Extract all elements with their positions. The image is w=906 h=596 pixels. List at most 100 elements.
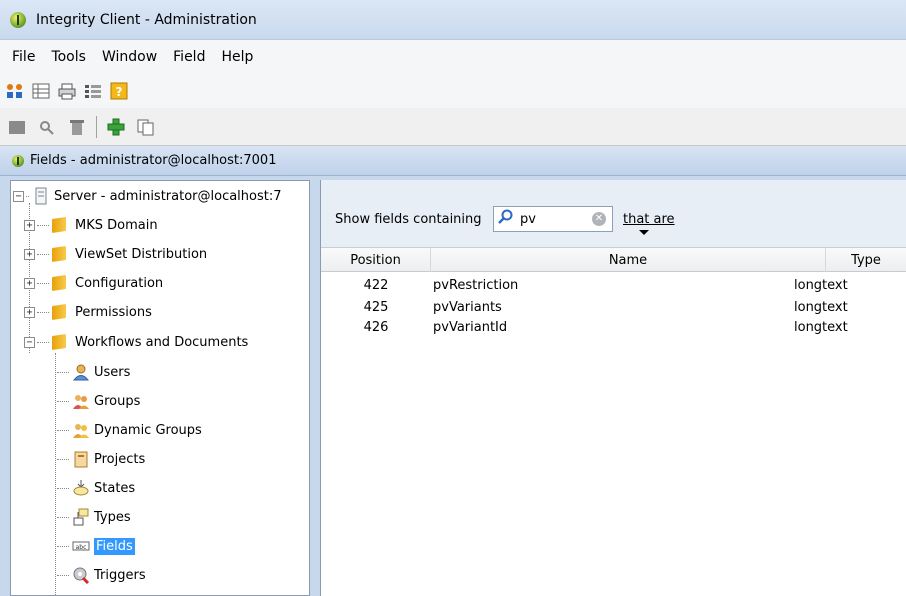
title-bar: Integrity Client - Administration xyxy=(0,0,906,40)
app-logo-icon xyxy=(12,154,24,167)
svg-text:abc: abc xyxy=(76,544,87,551)
tree-node-label: States xyxy=(94,480,136,496)
tree-node-label: Groups xyxy=(94,393,141,409)
folder-icon xyxy=(51,275,69,291)
search-input[interactable]: pv ✕ xyxy=(493,206,613,232)
tree-node-label: Fields xyxy=(94,537,135,555)
copy-icon[interactable] xyxy=(135,116,157,138)
fields-panel: Show fields containing pv ✕ that are Pos… xyxy=(320,180,906,596)
tree-node-groups[interactable]: Groups xyxy=(55,390,140,412)
tree-node-dynamic-groups[interactable]: Dynamic Groups xyxy=(55,419,202,441)
admin-toolbar xyxy=(0,108,906,146)
tree-node-workflows-and-documents[interactable]: − Workflows and Documents xyxy=(24,331,248,353)
menu-window[interactable]: Window xyxy=(94,47,165,67)
tree-node-label: Dynamic Groups xyxy=(94,422,202,438)
tree-node-viewset-distribution[interactable]: + ViewSet Distribution xyxy=(24,243,207,265)
folder-icon xyxy=(51,334,69,350)
cell-name: pvRestriction xyxy=(433,277,519,293)
cell-position: 425 xyxy=(363,299,389,315)
fields-window-title-bar: Fields - administrator@localhost:7001 xyxy=(0,146,906,176)
expand-icon[interactable]: + xyxy=(24,277,35,289)
tree-node-label: Configuration xyxy=(75,275,164,291)
group-icon xyxy=(71,392,91,410)
help-icon[interactable]: ? xyxy=(108,80,130,102)
tree-node-types[interactable]: Types xyxy=(55,506,131,528)
app-logo-icon xyxy=(10,11,26,28)
cell-position: 426 xyxy=(363,319,389,335)
state-icon xyxy=(71,479,91,497)
edit-icon[interactable] xyxy=(6,116,28,138)
table-view-icon[interactable] xyxy=(30,80,52,102)
tree-node-users[interactable]: Users xyxy=(55,361,130,383)
expand-icon[interactable]: + xyxy=(24,248,35,260)
collapse-icon[interactable]: − xyxy=(24,336,35,348)
filter-bar: Show fields containing pv ✕ that are xyxy=(321,180,906,248)
menu-help[interactable]: Help xyxy=(213,47,261,67)
field-icon: abc xyxy=(71,537,91,555)
view-details-icon[interactable] xyxy=(36,116,58,138)
column-header-name[interactable]: Name xyxy=(431,248,826,272)
folder-icon xyxy=(51,246,69,262)
tree-node-label: Types xyxy=(94,509,131,525)
search-icon xyxy=(498,209,514,229)
server-icon xyxy=(31,187,51,205)
column-header-type[interactable]: Type xyxy=(826,248,906,272)
expand-icon[interactable]: + xyxy=(24,306,35,318)
main-toolbar: ? xyxy=(0,74,906,108)
toolbar-separator xyxy=(96,115,97,138)
cell-type: longtext xyxy=(794,319,848,335)
tree-node-states[interactable]: States xyxy=(55,477,135,499)
tree-node-label: Permissions xyxy=(75,304,152,320)
search-value: pv xyxy=(520,211,536,227)
admin-tree: − Server - administrator@localhost:7 + M… xyxy=(10,180,310,596)
tree-node-configuration[interactable]: + Configuration xyxy=(24,272,163,294)
clear-search-icon[interactable]: ✕ xyxy=(592,212,606,226)
tree-node-label: Triggers xyxy=(94,567,146,583)
dynamic-group-icon xyxy=(71,421,91,439)
filter-label: Show fields containing xyxy=(335,212,482,227)
user-icon xyxy=(71,363,91,381)
column-header-position[interactable]: Position xyxy=(321,248,431,272)
table-row[interactable]: 422 pvRestriction longtext xyxy=(321,274,906,296)
tree-node-projects[interactable]: Projects xyxy=(55,448,145,470)
tree-node-label: Users xyxy=(94,364,131,380)
project-icon xyxy=(71,450,91,468)
cell-type: longtext xyxy=(794,299,848,315)
cell-name: pvVariantId xyxy=(433,319,508,335)
connect-icon[interactable] xyxy=(4,80,26,102)
type-icon xyxy=(71,508,91,526)
fields-window-title: Fields - administrator@localhost:7001 xyxy=(30,153,277,168)
tree-node-triggers[interactable]: Triggers xyxy=(55,564,146,586)
tree-node-server[interactable]: − Server - administrator@localhost:7 xyxy=(13,185,282,207)
menu-field[interactable]: Field xyxy=(165,47,213,67)
print-icon[interactable] xyxy=(56,80,78,102)
tree-node-label: ViewSet Distribution xyxy=(75,246,208,262)
cell-type: longtext xyxy=(794,277,848,293)
cell-position: 422 xyxy=(363,277,389,293)
tree-node-mks-domain[interactable]: + MKS Domain xyxy=(24,214,158,236)
menu-tools[interactable]: Tools xyxy=(43,47,94,67)
folder-icon xyxy=(51,304,69,320)
expand-icon[interactable]: + xyxy=(24,219,35,231)
menu-bar: File Tools Window Field Help xyxy=(0,40,906,74)
tree-node-label: Workflows and Documents xyxy=(75,334,249,350)
grid-header: Position Name Type xyxy=(321,248,906,272)
cell-name: pvVariants xyxy=(433,299,502,315)
add-icon[interactable] xyxy=(105,116,127,138)
tree-node-label: Projects xyxy=(94,451,146,467)
svg-text:?: ? xyxy=(116,85,123,99)
tree-node-fields[interactable]: abc Fields xyxy=(55,535,135,557)
table-row[interactable]: 425 pvVariants longtext xyxy=(321,296,906,318)
window-title: Integrity Client - Administration xyxy=(36,11,257,28)
trigger-icon xyxy=(71,566,91,584)
collapse-icon[interactable]: − xyxy=(13,190,24,202)
delete-icon[interactable] xyxy=(66,116,88,138)
chevron-down-icon[interactable] xyxy=(639,230,649,235)
menu-file[interactable]: File xyxy=(4,47,43,67)
folder-icon xyxy=(51,217,69,233)
that-are-dropdown[interactable]: that are xyxy=(623,212,675,227)
tree-node-permissions[interactable]: + Permissions xyxy=(24,301,152,323)
list-view-icon[interactable] xyxy=(82,80,104,102)
tree-node-label: Server - administrator@localhost:7 xyxy=(54,188,282,204)
table-row[interactable]: 426 pvVariantId longtext xyxy=(321,316,906,338)
